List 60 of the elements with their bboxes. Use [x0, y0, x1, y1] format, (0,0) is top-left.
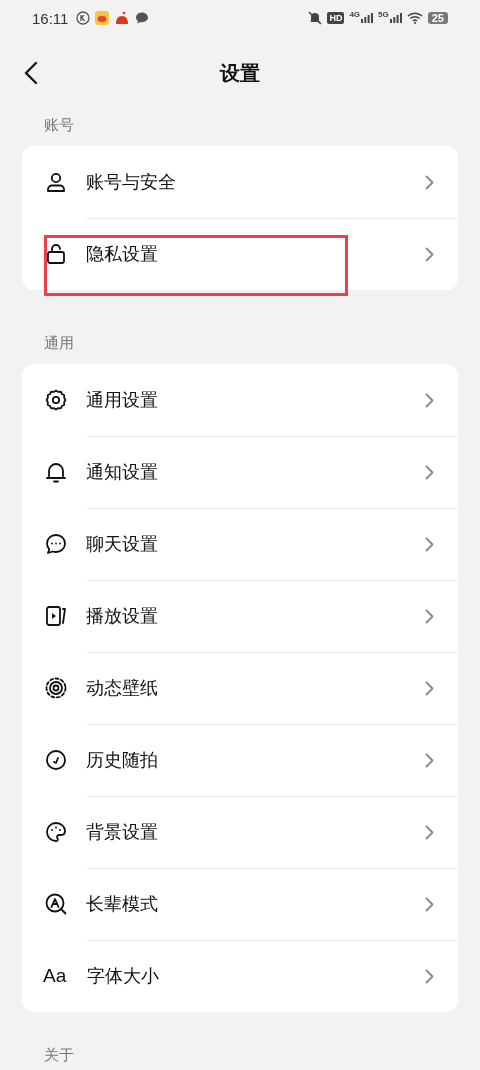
app-icon [114, 11, 131, 25]
settings-item[interactable]: 动态壁纸 [22, 652, 458, 724]
palette-icon [44, 820, 68, 844]
bell-icon [44, 460, 68, 484]
settings-item[interactable]: 通用设置 [22, 364, 458, 436]
signal-icon [389, 13, 402, 23]
chevron-right-icon [425, 175, 434, 190]
settings-icon [44, 388, 68, 412]
item-label: 播放设置 [86, 604, 158, 628]
chevron-right-icon [425, 825, 434, 840]
chevron-right-icon [425, 969, 434, 984]
item-label: 通用设置 [86, 388, 158, 412]
item-label: 动态壁纸 [86, 676, 158, 700]
chevron-right-icon [425, 247, 434, 262]
chevron-right-icon [425, 465, 434, 480]
chevron-right-icon [425, 897, 434, 912]
person-icon [44, 170, 68, 194]
item-label: 字体大小 [87, 964, 159, 988]
rings-icon [44, 676, 68, 700]
chevron-right-icon [425, 753, 434, 768]
settings-item[interactable]: 历史随拍 [22, 724, 458, 796]
section-label: 通用 [43, 333, 75, 354]
item-label: 背景设置 [86, 820, 158, 844]
item-label: 账号与安全 [86, 170, 176, 194]
settings-item[interactable]: 聊天设置 [22, 508, 458, 580]
settings-item[interactable]: 隐私设置 [22, 218, 458, 290]
chevron-right-icon [425, 537, 434, 552]
app-icon [95, 11, 110, 25]
settings-item[interactable]: 播放设置 [22, 580, 458, 652]
back-icon[interactable] [24, 61, 38, 85]
video-icon [44, 604, 68, 628]
magnifier-icon [44, 892, 68, 916]
settings-item[interactable]: 背景设置 [22, 796, 458, 868]
lock-icon [44, 242, 68, 266]
status-time: 16:11 [32, 9, 69, 27]
chevron-right-icon [425, 393, 434, 408]
chat-icon [44, 532, 68, 556]
settings-item[interactable]: 长辈模式 [22, 868, 458, 940]
circle-k-icon [76, 11, 91, 25]
signal-icon [361, 13, 374, 23]
item-label: 历史随拍 [86, 748, 158, 772]
settings-item[interactable]: 账号与安全 [22, 146, 458, 218]
hd-badge: HD [327, 12, 345, 24]
wifi-icon [406, 12, 423, 24]
chevron-right-icon [425, 681, 434, 696]
settings-item[interactable]: 通知设置 [22, 436, 458, 508]
item-label: 通知设置 [86, 460, 158, 484]
battery-level: 25 [427, 12, 448, 24]
section-label: 账号 [43, 115, 75, 136]
item-label: 长辈模式 [86, 892, 158, 916]
chevron-right-icon [425, 609, 434, 624]
chat-bubble-icon [135, 11, 150, 25]
font-size-icon: Aa [43, 965, 69, 987]
network-label: 4G [349, 10, 361, 19]
section-label: 关于 [43, 1045, 75, 1066]
settings-item[interactable]: Aa 字体大小 [22, 940, 458, 1012]
item-label: 隐私设置 [86, 242, 158, 266]
network-label: 5G [378, 10, 389, 19]
item-label: 聊天设置 [86, 532, 158, 556]
page-title: 设置 [220, 59, 260, 87]
